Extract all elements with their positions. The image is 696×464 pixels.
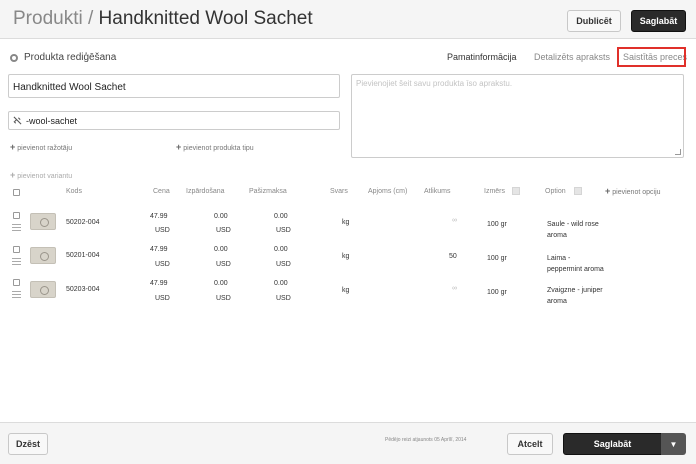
cell-sale[interactable]: 0.00 bbox=[214, 280, 228, 287]
product-name-value: Handknitted Wool Sachet bbox=[13, 82, 126, 93]
cell-stock[interactable]: ∞ bbox=[452, 285, 457, 292]
add-product-type-label: pievienot produkta tipu bbox=[183, 145, 254, 152]
cell-sale-currency: USD bbox=[216, 295, 231, 302]
last-updated-text: Pēdējo reizi atjaunots 05 Aprīlī, 2014 bbox=[385, 437, 467, 443]
cell-stock[interactable]: ∞ bbox=[452, 217, 457, 224]
cell-price[interactable]: 47.99 bbox=[150, 280, 168, 287]
cell-price-currency: USD bbox=[155, 227, 170, 234]
slug-value: -wool-sachet bbox=[26, 115, 78, 126]
cell-option[interactable]: Zvaigzne - juniper aroma bbox=[547, 285, 607, 307]
cell-sale[interactable]: 0.00 bbox=[214, 213, 228, 220]
cell-option[interactable]: Laima - peppermint aroma bbox=[547, 253, 607, 275]
cell-cost-currency: USD bbox=[276, 261, 291, 268]
cell-price-currency: USD bbox=[155, 261, 170, 268]
unlink-icon bbox=[13, 116, 22, 125]
tab-detailed-description[interactable]: Detalizēts apraksts bbox=[534, 52, 610, 62]
tab-basic-info[interactable]: Pamatinformācija bbox=[447, 52, 517, 62]
product-title: Handknitted Wool Sachet bbox=[98, 8, 313, 29]
cell-cost[interactable]: 0.00 bbox=[274, 246, 288, 253]
cell-cost-currency: USD bbox=[276, 227, 291, 234]
cell-sale-currency: USD bbox=[216, 227, 231, 234]
add-variant-link[interactable]: + pievienot variantu bbox=[10, 170, 72, 180]
column-volume[interactable]: Apjoms (cm) bbox=[368, 188, 407, 195]
plus-icon: + bbox=[10, 142, 16, 152]
breadcrumb-separator: / bbox=[82, 8, 99, 29]
cell-option[interactable]: Saule - wild rose aroma bbox=[547, 219, 607, 241]
column-cost[interactable]: Pašizmaksa bbox=[249, 188, 287, 195]
drag-handle-icon[interactable] bbox=[12, 224, 21, 231]
add-product-type-link[interactable]: + pievienot produkta tipu bbox=[176, 142, 254, 152]
cell-cost-currency: USD bbox=[276, 295, 291, 302]
add-manufacturer-link[interactable]: + pievienot ražotāju bbox=[10, 142, 72, 152]
product-thumbnail bbox=[30, 247, 56, 264]
cell-weight[interactable]: kg bbox=[342, 219, 349, 226]
column-code[interactable]: Kods bbox=[66, 188, 82, 195]
cell-cost[interactable]: 0.00 bbox=[274, 213, 288, 220]
cancel-button[interactable]: Atcelt bbox=[507, 433, 553, 455]
slug-input[interactable]: -wool-sachet bbox=[8, 111, 340, 130]
column-price[interactable]: Cena bbox=[153, 188, 170, 195]
cell-sale[interactable]: 0.00 bbox=[214, 246, 228, 253]
column-option[interactable]: Option bbox=[545, 188, 566, 195]
cell-weight[interactable]: kg bbox=[342, 253, 349, 260]
column-stock[interactable]: Atlikums bbox=[424, 188, 450, 195]
breadcrumb-products[interactable]: Produkti bbox=[13, 8, 83, 29]
cell-size[interactable]: 100 gr bbox=[487, 255, 507, 262]
column-size[interactable]: Izmērs bbox=[484, 188, 505, 195]
add-option-link[interactable]: + pievienot opciju bbox=[605, 186, 661, 196]
plus-icon: + bbox=[176, 142, 182, 152]
select-all-checkbox[interactable] bbox=[13, 189, 20, 196]
product-thumbnail bbox=[30, 213, 56, 230]
option-column-menu[interactable] bbox=[574, 187, 582, 195]
add-option-label: pievienot opciju bbox=[612, 189, 661, 196]
cell-code[interactable]: 50202-004 bbox=[66, 219, 99, 226]
column-weight[interactable]: Svars bbox=[330, 188, 348, 195]
cell-price-currency: USD bbox=[155, 295, 170, 302]
cell-size[interactable]: 100 gr bbox=[487, 221, 507, 228]
section-heading: Produkta rediģēšana bbox=[10, 52, 116, 63]
cell-price[interactable]: 47.99 bbox=[150, 213, 168, 220]
save-button-top[interactable]: Saglabāt bbox=[631, 10, 686, 32]
row-checkbox[interactable] bbox=[13, 246, 20, 253]
circle-icon bbox=[10, 53, 18, 62]
section-title: Produkta rediģēšana bbox=[24, 52, 117, 63]
cell-weight[interactable]: kg bbox=[342, 287, 349, 294]
cell-price[interactable]: 47.99 bbox=[150, 246, 168, 253]
short-description-textarea[interactable]: Pievienojiet šeit savu produkta īso apra… bbox=[351, 74, 684, 158]
chevron-down-icon: ▼ bbox=[669, 439, 678, 449]
page-title: Produkti / Handknitted Wool Sachet bbox=[13, 8, 313, 30]
product-thumbnail bbox=[30, 281, 56, 298]
cell-cost[interactable]: 0.00 bbox=[274, 280, 288, 287]
column-sale[interactable]: Izpārdošana bbox=[186, 188, 225, 195]
drag-handle-icon[interactable] bbox=[12, 291, 21, 298]
cell-code[interactable]: 50201-004 bbox=[66, 252, 99, 259]
duplicate-button[interactable]: Dublicēt bbox=[567, 10, 621, 32]
row-checkbox[interactable] bbox=[13, 212, 20, 219]
plus-icon: + bbox=[605, 186, 611, 196]
delete-button[interactable]: Dzēst bbox=[8, 433, 48, 455]
size-column-menu[interactable] bbox=[512, 187, 520, 195]
cell-code[interactable]: 50203-004 bbox=[66, 286, 99, 293]
description-placeholder: Pievienojiet šeit savu produkta īso apra… bbox=[356, 79, 513, 88]
cell-stock[interactable]: 50 bbox=[449, 253, 457, 260]
tab-highlight-box bbox=[617, 47, 686, 67]
save-button-bottom[interactable]: Saglabāt bbox=[563, 433, 662, 455]
cell-sale-currency: USD bbox=[216, 261, 231, 268]
drag-handle-icon[interactable] bbox=[12, 258, 21, 265]
add-manufacturer-label: pievienot ražotāju bbox=[17, 145, 73, 152]
product-name-input[interactable]: Handknitted Wool Sachet bbox=[8, 74, 340, 98]
row-checkbox[interactable] bbox=[13, 279, 20, 286]
cell-size[interactable]: 100 gr bbox=[487, 289, 507, 296]
plus-icon: + bbox=[10, 170, 16, 180]
add-variant-label: pievienot variantu bbox=[17, 173, 73, 180]
resize-grip-icon[interactable] bbox=[675, 149, 681, 155]
save-options-dropdown[interactable]: ▼ bbox=[661, 433, 686, 455]
